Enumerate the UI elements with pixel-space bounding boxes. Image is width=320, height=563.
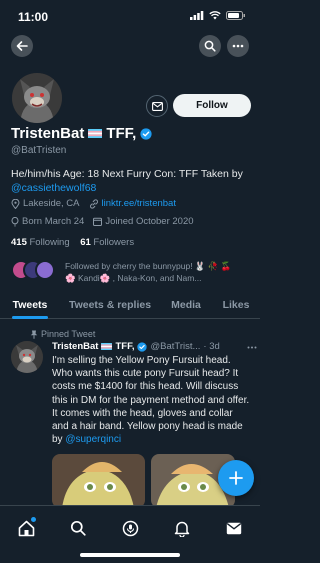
transgender-flag-icon xyxy=(101,343,113,350)
tweet-media-image[interactable] xyxy=(52,454,145,508)
follow-counts: 415 Following 61 Followers xyxy=(11,237,134,248)
messages-icon xyxy=(226,522,242,534)
tweet-more-button[interactable] xyxy=(247,341,257,352)
tweet-avatar-image xyxy=(11,341,43,373)
display-name-row: TristenBat TFF, xyxy=(11,125,152,142)
followers-label: Followers xyxy=(93,237,135,248)
spaces-icon xyxy=(122,520,138,536)
tweet-author-suffix: TFF, xyxy=(115,341,135,352)
profile-bio: He/him/his Age: 18 Next Furry Con: TFF T… xyxy=(11,167,251,195)
wifi-icon xyxy=(209,11,221,20)
status-time: 11:00 xyxy=(18,10,49,24)
pin-icon xyxy=(30,330,38,339)
location-row: Lakeside, CA linktr.ee/tristenbat xyxy=(11,198,176,209)
link-icon xyxy=(89,198,98,209)
home-notification-dot xyxy=(31,517,36,522)
notifications-icon xyxy=(174,521,190,537)
search-icon xyxy=(204,40,216,52)
nav-search[interactable] xyxy=(66,516,90,540)
message-button[interactable] xyxy=(146,95,168,117)
back-button[interactable] xyxy=(11,35,33,57)
tweet-body: I'm selling the Yellow Pony Fursuit head… xyxy=(52,355,250,446)
followers-link[interactable]: 61 Followers xyxy=(80,237,134,248)
tweet-author-avatar[interactable] xyxy=(11,341,43,373)
more-button[interactable] xyxy=(227,35,249,57)
tweet-header: TristenBat TFF, @BatTrist... · 3d xyxy=(52,341,257,352)
signal-icon xyxy=(190,11,204,20)
balloon-icon xyxy=(11,216,19,227)
followed-by[interactable]: Followed by cherry the bunnypup! 🐰 🥀 🍒 🌸… xyxy=(11,258,256,288)
nav-messages[interactable] xyxy=(222,516,246,540)
tweet-author-handle: @BatTrist... xyxy=(150,341,201,352)
nav-home[interactable] xyxy=(14,516,38,540)
following-count: 415 xyxy=(11,237,27,248)
calendar-icon xyxy=(93,217,103,226)
follower-avatar xyxy=(35,260,55,280)
verified-icon xyxy=(137,341,148,352)
born-text: Born March 24 xyxy=(22,216,85,227)
followed-by-line2: 🌸 Kandi🌸 , Naka-Kon, and Nam... xyxy=(65,273,202,283)
back-arrow-icon xyxy=(16,41,28,51)
tweet-time: · 3d xyxy=(203,341,220,352)
pony-head-photo xyxy=(52,454,145,508)
bio-text: He/him/his Age: 18 Next Furry Con: TFF T… xyxy=(11,168,243,180)
display-name-suffix: TFF, xyxy=(106,125,137,142)
profile-tabs: Tweets Tweets & replies Media Likes xyxy=(0,293,260,319)
followed-by-avatars xyxy=(11,260,57,282)
tab-tweets[interactable]: Tweets xyxy=(0,293,60,318)
dates-row: Born March 24 Joined October 2020 xyxy=(11,216,194,227)
following-link[interactable]: 415 Following xyxy=(11,237,70,248)
compose-tweet-button[interactable] xyxy=(218,460,254,496)
tab-media[interactable]: Media xyxy=(160,293,212,318)
tab-likes[interactable]: Likes xyxy=(212,293,260,318)
mail-icon xyxy=(151,101,163,111)
pinned-indicator: Pinned Tweet xyxy=(30,329,95,339)
verified-icon xyxy=(140,127,152,140)
battery-icon xyxy=(226,11,245,20)
transgender-flag-icon xyxy=(88,129,103,138)
compose-icon xyxy=(229,471,243,485)
tweet-mention-link[interactable]: @superqinci xyxy=(65,434,121,445)
pinned-label: Pinned Tweet xyxy=(41,329,96,339)
nav-notifications[interactable] xyxy=(170,516,194,540)
followed-by-line1: Followed by cherry the bunnypup! 🐰 🥀 🍒 xyxy=(65,261,232,271)
profile-avatar[interactable] xyxy=(9,70,65,126)
profile-handle: @BatTristen xyxy=(11,145,67,156)
tweet-text: I'm selling the Yellow Pony Fursuit head… xyxy=(52,354,250,446)
joined-text: Joined October 2020 xyxy=(105,216,194,227)
more-icon xyxy=(247,346,257,349)
location-icon xyxy=(11,198,20,209)
followed-by-text: Followed by cherry the bunnypup! 🐰 🥀 🍒 🌸… xyxy=(65,260,255,284)
location-text: Lakeside, CA xyxy=(23,198,80,209)
followers-count: 61 xyxy=(80,237,91,248)
follow-button[interactable]: Follow xyxy=(173,94,251,117)
home-icon xyxy=(18,520,34,536)
tweet-author-name[interactable]: TristenBat xyxy=(52,341,98,352)
nav-spaces[interactable] xyxy=(118,516,142,540)
status-bar: 11:00 xyxy=(0,0,260,36)
home-indicator xyxy=(80,553,180,557)
more-icon xyxy=(232,44,244,48)
search-icon xyxy=(70,520,86,536)
display-name: TristenBat xyxy=(11,125,85,142)
avatar-image xyxy=(12,73,62,123)
following-label: Following xyxy=(29,237,70,248)
bio-mention-link[interactable]: @cassiethewolf68 xyxy=(11,182,96,194)
tab-tweets-replies[interactable]: Tweets & replies xyxy=(60,293,160,318)
status-icons xyxy=(190,11,246,20)
website-link[interactable]: linktr.ee/tristenbat xyxy=(102,198,176,209)
search-button[interactable] xyxy=(199,35,221,57)
